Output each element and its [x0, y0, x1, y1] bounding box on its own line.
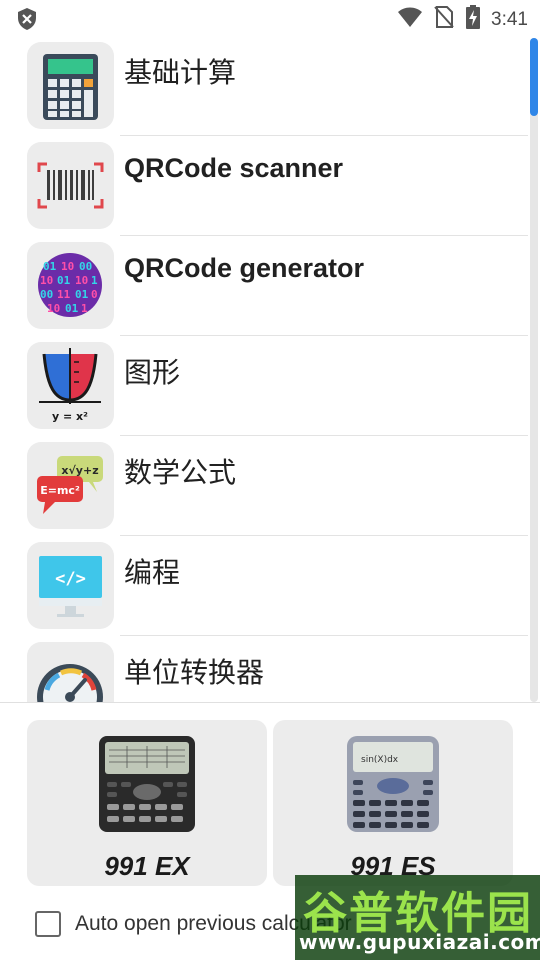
battery-charging-icon: [465, 5, 481, 34]
gauge-icon: [27, 642, 114, 702]
svg-text:x√y+z: x√y+z: [61, 464, 98, 477]
menu-item-label: QRCode scanner: [124, 153, 344, 183]
svg-text:</>: </>: [55, 569, 86, 589]
menu-item-unit-converter[interactable]: 单位转换器: [0, 636, 528, 702]
parabola-graph-icon: y = x²: [27, 342, 114, 429]
formula-bubbles-icon: x√y+z E=mc²: [27, 442, 114, 529]
svg-text:1: 1: [91, 274, 98, 287]
calculator-card-label: 991 EX: [104, 851, 190, 881]
menu-item-qr-generator[interactable]: 01 10 00 10 01 10 1 00 11 01 0 10 01 1 QRCode gene…: [0, 236, 528, 336]
svg-text:11: 11: [57, 288, 71, 301]
calculator-card-991es[interactable]: sin(X)dx 991 ES: [273, 720, 513, 886]
scrollbar-track[interactable]: [530, 38, 538, 702]
menu-item-label: 编程: [124, 557, 181, 588]
calculator-991es-icon: sin(X)dx: [343, 734, 443, 839]
wifi-icon: [397, 6, 423, 33]
svg-text:10: 10: [61, 260, 74, 273]
menu-item-formulas[interactable]: x√y+z E=mc² 数学公式: [0, 436, 528, 536]
watermark-url: www.gupuxiazai.com: [299, 930, 540, 954]
clock: 3:41: [491, 8, 528, 30]
svg-text:1: 1: [81, 302, 88, 315]
svg-text:E=mc²: E=mc²: [40, 484, 80, 497]
no-sim-icon: [433, 5, 455, 34]
svg-text:01: 01: [75, 288, 89, 301]
svg-text:0: 0: [91, 288, 98, 301]
binary-globe-icon: 01 10 00 10 01 10 1 00 11 01 0 10 01 1: [27, 242, 114, 329]
menu-item-label: QRCode generator: [124, 253, 365, 283]
menu-item-label: 单位转换器: [124, 657, 265, 688]
menu-item-basic-calc[interactable]: 基础计算: [0, 36, 528, 136]
menu-item-label: 图形: [124, 357, 181, 388]
shield-icon: [16, 7, 38, 36]
scrollbar-thumb[interactable]: [530, 38, 538, 116]
svg-text:10: 10: [40, 274, 53, 287]
status-bar: 3:41: [0, 0, 540, 36]
svg-text:00: 00: [40, 288, 53, 301]
svg-text:sin(X)dx: sin(X)dx: [361, 755, 399, 765]
svg-text:00: 00: [79, 260, 92, 273]
watermark: 谷普软件园 www.gupuxiazai.com: [295, 875, 540, 960]
menu-item-qr-scanner[interactable]: QRCode scanner: [0, 136, 528, 236]
svg-text:01: 01: [43, 260, 57, 273]
svg-text:01: 01: [65, 302, 79, 315]
menu-item-label: 基础计算: [124, 57, 237, 88]
feature-list[interactable]: 基础计算 QRCode scanner 01 10 00 10 01 10 1 …: [0, 36, 540, 702]
menu-item-graph[interactable]: y = x² 图形: [0, 336, 528, 436]
barcode-scan-icon: [27, 142, 114, 229]
calculator-card-991ex[interactable]: 991 EX: [27, 720, 267, 886]
auto-open-checkbox[interactable]: [35, 911, 61, 937]
menu-item-programming[interactable]: </> 编程: [0, 536, 528, 636]
code-monitor-icon: </>: [27, 542, 114, 629]
svg-text:10: 10: [75, 274, 88, 287]
menu-item-label: 数学公式: [124, 457, 237, 488]
svg-text:10: 10: [47, 302, 60, 315]
calculator-991ex-icon: [97, 734, 197, 839]
svg-text:y = x²: y = x²: [52, 410, 88, 423]
svg-text:01: 01: [57, 274, 71, 287]
calculator-icon: [27, 42, 114, 129]
